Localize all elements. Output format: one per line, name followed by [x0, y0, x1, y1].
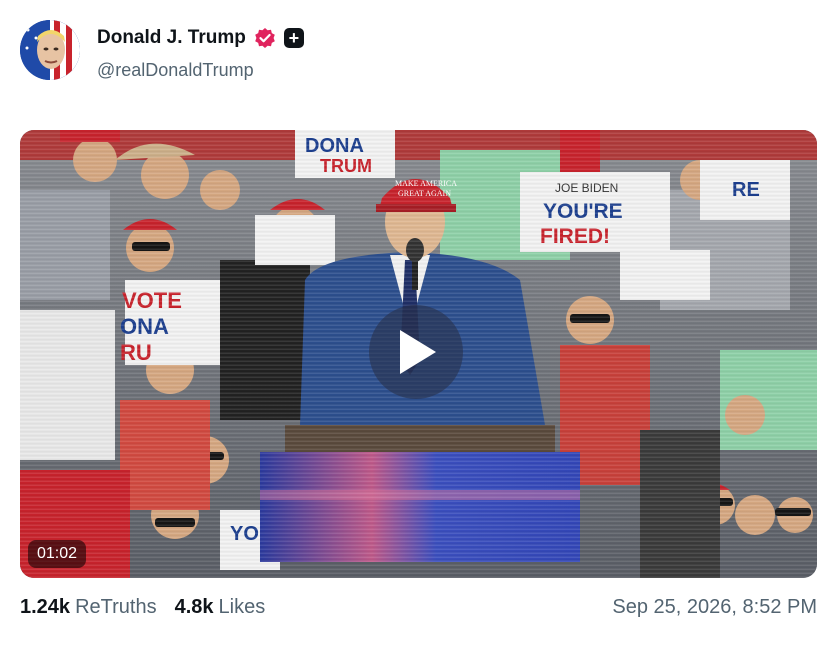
- sign-text-2: TRUM: [320, 156, 372, 176]
- plus-badge-icon: +: [283, 28, 304, 48]
- video-duration: 01:02: [28, 540, 87, 568]
- author-avatar[interactable]: [20, 20, 80, 80]
- retruths-count: 1.24k: [20, 596, 71, 618]
- sign-text-3: JOE BIDEN: [555, 181, 618, 195]
- author-display-name[interactable]: Donald J. Trump: [97, 27, 246, 49]
- hat-text-2: GREAT AGAIN: [398, 189, 451, 198]
- sign-text-9: RE: [732, 179, 760, 201]
- video-player[interactable]: DONA TRUM JOE BIDEN YOU'RE FIRED! VOTE O…: [20, 130, 817, 578]
- likes-label: Likes: [218, 596, 266, 618]
- likes-count: 4.8k: [174, 596, 214, 618]
- sign-text-4: YOU'RE: [543, 200, 623, 223]
- truth-post: Donald J. Trump + @realDonaldTrump DONA …: [0, 0, 840, 646]
- portrait-avatar-icon: [20, 20, 80, 80]
- post-timestamp[interactable]: Sep 25, 2026, 8:52 PM: [612, 596, 817, 619]
- engagement-stats: 1.24k ReTruths 4.8k Likes: [20, 596, 265, 619]
- sign-text-7: ONA: [120, 314, 169, 339]
- hat-text-1: MAKE AMERICA: [395, 179, 457, 188]
- author-name-row: Donald J. Trump +: [97, 27, 304, 49]
- likes-stat[interactable]: 4.8k Likes: [175, 596, 266, 619]
- verified-badge-icon: [255, 28, 275, 48]
- author-handle[interactable]: @realDonaldTrump: [97, 60, 254, 81]
- sign-text-10: YO: [230, 523, 259, 545]
- retruths-stat[interactable]: 1.24k ReTruths: [20, 596, 157, 619]
- retruths-label: ReTruths: [75, 596, 157, 618]
- sign-text-5: FIRED!: [540, 225, 610, 248]
- sign-text-6: VOTE: [122, 288, 182, 313]
- play-button[interactable]: [369, 305, 463, 399]
- play-icon: [400, 330, 436, 374]
- sign-text-1: DONA: [305, 135, 364, 157]
- sign-text-8: RU: [120, 340, 152, 365]
